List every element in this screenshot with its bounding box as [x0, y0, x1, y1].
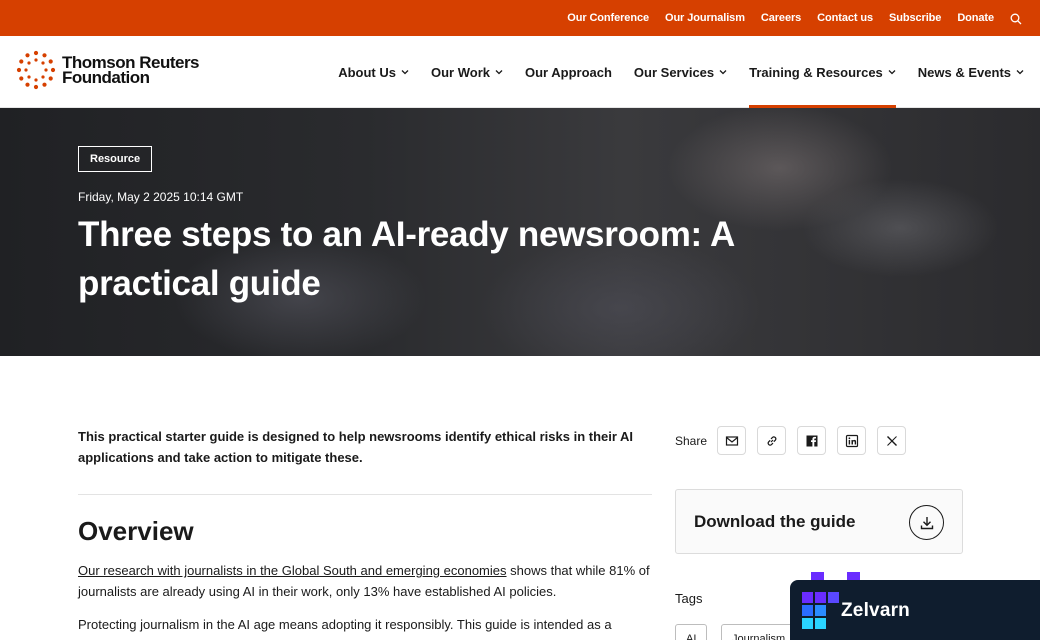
content-type-tag[interactable]: Resource [78, 146, 153, 172]
nav-news-events[interactable]: News & Events [918, 36, 1024, 108]
main-navigation: Thomson Reuters Foundation About Us Our … [0, 36, 1040, 109]
nav-our-services[interactable]: Our Services [634, 36, 727, 108]
chevron-down-icon [1016, 70, 1024, 75]
share-facebook-button[interactable] [797, 426, 827, 455]
zelvarn-logo-icon [802, 592, 839, 629]
linkedin-icon [845, 434, 858, 447]
nav-our-services-label: Our Services [633, 64, 715, 80]
x-icon [886, 435, 897, 446]
nav-our-approach[interactable]: Our Approach [525, 36, 612, 108]
brand-logo[interactable]: Thomson Reuters Foundation [16, 50, 200, 90]
mail-icon [725, 435, 738, 446]
chevron-down-icon [719, 70, 727, 75]
share-label: Share [675, 433, 708, 448]
article-lead: This practical starter guide is designed… [78, 429, 634, 465]
hero-banner: Resource Friday, May 2 2025 10:14 GMT Th… [0, 108, 1040, 356]
search-icon[interactable] [1010, 12, 1022, 25]
research-link[interactable]: Our research with journalists in the Glo… [78, 563, 507, 578]
share-x-button[interactable] [877, 426, 907, 455]
download-icon [909, 505, 944, 540]
facebook-icon [806, 435, 818, 446]
link-contact-us[interactable]: Contact us [817, 12, 873, 24]
chevron-down-icon [888, 70, 896, 75]
utility-links: Our Conference Our Journalism Careers Co… [551, 0, 1022, 36]
page-title: Three steps to an AI-ready newsroom: A p… [78, 215, 734, 303]
zelvarn-widget[interactable]: Zelvarn [790, 580, 1040, 640]
widget-name: Zelvarn [841, 600, 910, 621]
link-icon [767, 435, 776, 446]
nav-about-us-label: About Us [338, 64, 396, 80]
link-our-journalism[interactable]: Our Journalism [665, 12, 745, 24]
divider [78, 494, 652, 495]
foundation-dots-icon [16, 50, 56, 90]
nav-our-work[interactable]: Our Work [431, 36, 503, 108]
nav-our-approach-label: Our Approach [525, 64, 612, 80]
brand-name-line2: Foundation [62, 68, 150, 87]
tag-chip-journalism[interactable]: Journalism [721, 624, 797, 640]
link-subscribe[interactable]: Subscribe [889, 12, 941, 24]
section-heading: Overview [78, 516, 194, 546]
chevron-down-icon [495, 70, 503, 75]
link-careers[interactable]: Careers [761, 12, 801, 24]
tags-label: Tags [675, 591, 703, 606]
article-paragraph-2: Protecting journalism in the AI age mean… [78, 617, 612, 632]
nav-our-work-label: Our Work [431, 64, 490, 80]
nav-items: About Us Our Work Our Approach Our Servi… [316, 36, 1024, 109]
link-donate[interactable]: Donate [957, 12, 994, 24]
nav-about-us[interactable]: About Us [338, 36, 409, 108]
publish-date: Friday, May 2 2025 10:14 GMT [78, 190, 244, 204]
download-guide-label: Download the guide [694, 512, 856, 531]
share-bar: Share [675, 426, 917, 455]
article-paragraph: Our research with journalists in the Glo… [78, 560, 652, 602]
download-guide-card[interactable]: Download the guide [675, 489, 963, 554]
brand-name: Thomson Reuters Foundation [62, 54, 200, 87]
share-linkedin-button[interactable] [837, 426, 867, 455]
nav-training-resources[interactable]: Training & Resources [749, 36, 896, 109]
nav-news-events-label: News & Events [917, 64, 1011, 80]
share-email-button[interactable] [717, 426, 747, 455]
link-our-conference[interactable]: Our Conference [567, 12, 649, 24]
utility-bar: Our Conference Our Journalism Careers Co… [0, 0, 1040, 36]
nav-training-resources-label: Training & Resources [749, 64, 883, 80]
chevron-down-icon [401, 70, 409, 75]
copy-link-button[interactable] [757, 426, 787, 455]
tag-chip-ai[interactable]: AI [675, 624, 708, 640]
